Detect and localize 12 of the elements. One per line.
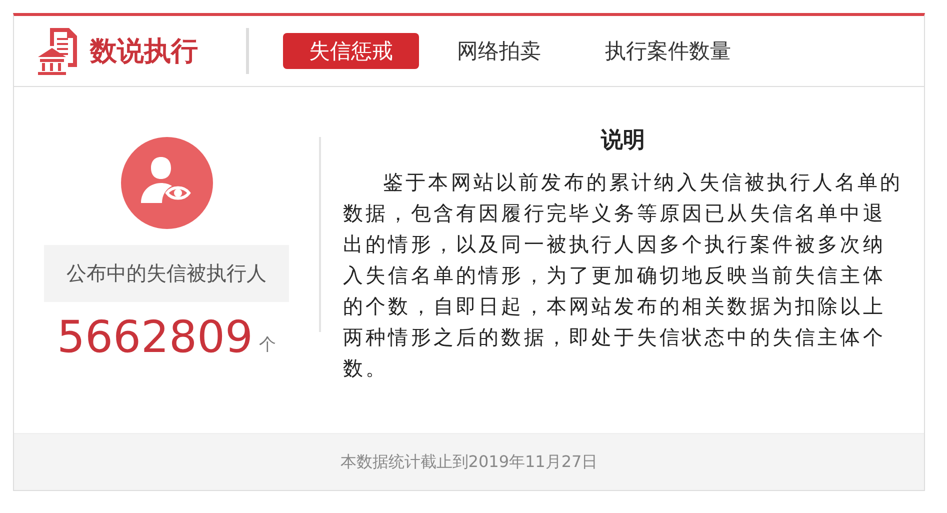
courthouse-document-icon [36,26,80,76]
person-eye-icon [120,137,212,229]
site-title: 数说执行 [90,35,198,69]
notice-title: 说明 [600,127,646,155]
update-date: 本数据统计截止到2019年11月27日 [340,452,598,472]
tab[interactable]: 失信惩戒 [283,33,419,69]
tab[interactable]: 网络拍卖 [431,33,567,69]
notice-text: 鉴于本网站以前发布的累计纳入失信被执行人名单的数据，包含有因履行完毕义务等原因已从失信名单中退出的情形，以及同一被执行人因多个执行案件被多次纳入失信名单的情形，为了更加确切地反映当前失信主体的个数，自即日起，本网站发布的相关数据为扣除以上两种情形之后的数据，即处于失信状态中的失信主体个数。 [343,169,903,382]
stat-unit: 个 [258,334,276,356]
tab[interactable]: 执行案件数量 [579,33,757,69]
stat-label: 公布中的失信被执行人 [44,245,289,302]
stat-value: 5662809 [57,314,253,362]
